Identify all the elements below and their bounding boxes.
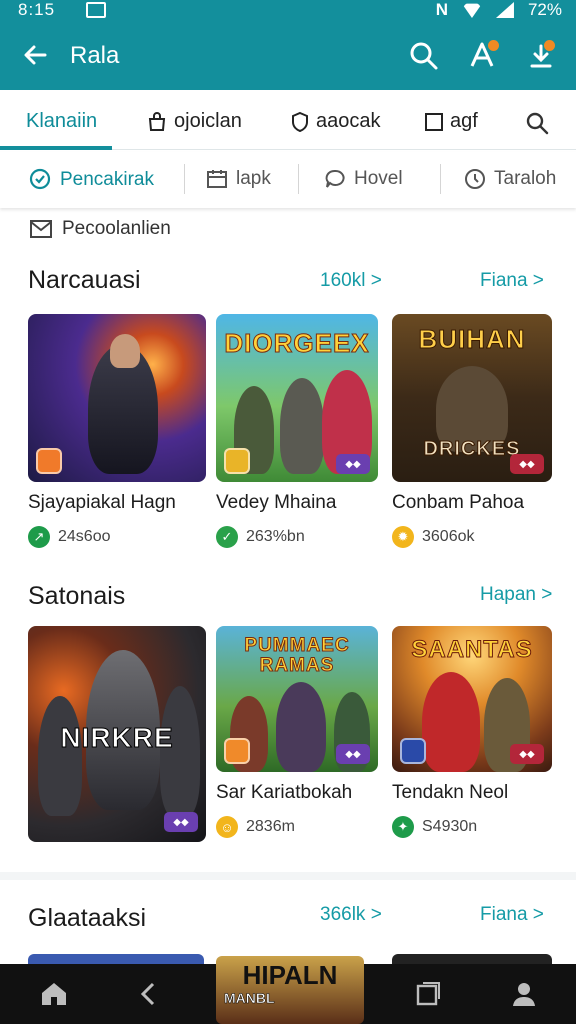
chip-divider — [298, 164, 299, 194]
game-meta: ☺ 2836m — [216, 816, 378, 838]
game-thumbnail: SAANTAS ◆◆ — [392, 626, 552, 772]
mail-icon — [30, 220, 52, 238]
game-thumbnail: NIRKRE ◆◆ — [28, 626, 206, 842]
back-arrow-icon[interactable] — [18, 38, 52, 72]
section-see-all-link[interactable]: Hapan > — [480, 584, 552, 606]
section-title: Glaataaksi — [28, 904, 147, 932]
game-title: Conbam Pahoa — [392, 492, 525, 513]
speech-icon — [325, 169, 345, 188]
tab-agf[interactable]: agf — [424, 110, 478, 133]
game-title: Sar Kariatbokah — [216, 782, 353, 803]
search-icon — [526, 112, 549, 135]
game-meta: ↗ 24s6oo — [28, 526, 206, 548]
tab-search[interactable] — [524, 110, 550, 136]
section-see-all-link[interactable]: Fiana > — [480, 904, 544, 926]
download-dot — [544, 40, 555, 51]
game-title: Vedey Mhaina — [216, 492, 337, 513]
rating-badge: ◆◆ — [336, 454, 370, 474]
chip-divider — [440, 164, 441, 194]
notification-icon[interactable] — [466, 38, 502, 74]
clock-icon — [465, 169, 485, 189]
game-meta: ✹ 3606ok — [392, 526, 552, 548]
game-card[interactable]: DIORGEEX ◆◆ Vedey Mhaina ✓ 263%bn — [216, 314, 378, 548]
game-badge — [224, 448, 250, 474]
app-bar: Rala — [0, 22, 576, 90]
tab-aaocak[interactable]: aaocak — [290, 110, 381, 133]
chip-taraloh[interactable]: Taraloh — [464, 168, 556, 190]
game-thumbnail: BUIHAN DRICKES ◆◆ — [392, 314, 552, 482]
game-badge — [36, 448, 62, 474]
battery-text: 72% — [527, 0, 562, 19]
tab-ojoiclan[interactable]: ojoiclan — [146, 110, 242, 133]
game-card[interactable]: SAANTAS ◆◆ Tendakn Neol ✦ S4930n — [392, 626, 552, 838]
puzzle-icon: ✦ — [392, 816, 414, 838]
section-count-link[interactable]: 366lk > — [320, 904, 382, 926]
signal-icon — [495, 2, 514, 18]
nfc-icon: N — [435, 0, 448, 19]
notification-dot — [488, 40, 499, 51]
back-icon[interactable] — [132, 978, 164, 1010]
game-meta: ✦ S4930n — [392, 816, 552, 838]
game-thumbnail: DIORGEEX ◆◆ — [216, 314, 378, 482]
game-thumbnail — [28, 314, 206, 482]
recent-apps-icon[interactable] — [412, 978, 444, 1010]
chip-hovel[interactable]: Hovel — [324, 168, 403, 190]
game-title: Tendakn Neol — [392, 782, 509, 803]
wifi-icon — [461, 3, 482, 18]
arrow-up-icon: ↗ — [28, 526, 50, 548]
section-title: Satonais — [28, 582, 126, 610]
game-badge — [224, 738, 250, 764]
game-card[interactable]: Sjayapiakal Hagn ↗ 24s6oo — [28, 314, 206, 548]
game-card[interactable]: PUMMAEC RAMAS ◆◆ Sar Kariatbokah ☺ 2836m — [216, 626, 378, 838]
active-tab-indicator — [0, 146, 112, 150]
status-bar: 8:15 N 72% — [0, 0, 576, 22]
search-icon[interactable] — [406, 38, 442, 74]
sim-icon — [86, 2, 106, 18]
game-card[interactable]: BUIHAN DRICKES ◆◆ Conbam Pahoa ✹ 3606ok — [392, 314, 552, 548]
rating-badge: ◆◆ — [510, 454, 544, 474]
game-badge — [400, 738, 426, 764]
filter-chips: Pencakirak lapk Hovel Taraloh — [0, 152, 576, 208]
smile-icon: ☺ — [216, 816, 238, 838]
chip-lapk[interactable]: lapk — [206, 168, 271, 190]
rating-badge: ◆◆ — [336, 744, 370, 764]
square-icon — [425, 112, 443, 131]
page-title: Rala — [70, 42, 120, 69]
floating-game-art[interactable]: HIPALN MANBL — [216, 956, 364, 1024]
chip-pencakirak[interactable]: Pencakirak — [28, 168, 154, 192]
profile-icon[interactable] — [508, 978, 540, 1010]
section-divider — [0, 872, 576, 880]
tab-klanaiin[interactable]: Klanaiin — [26, 110, 97, 133]
rating-badge: ◆◆ — [164, 812, 198, 832]
bag-icon — [148, 111, 166, 131]
game-thumbnail: PUMMAEC RAMAS ◆◆ — [216, 626, 378, 772]
sun-icon: ✹ — [392, 526, 414, 548]
check-icon: ✓ — [216, 526, 238, 548]
notice-row[interactable]: Pecoolanlien — [30, 218, 171, 240]
game-meta: ✓ 263%bn — [216, 526, 378, 548]
chip-divider — [184, 164, 185, 194]
home-icon[interactable] — [38, 978, 70, 1010]
chat-bubble-icon — [29, 168, 51, 190]
status-time: 8:15 — [18, 0, 56, 19]
game-card[interactable]: NIRKRE ◆◆ — [28, 626, 206, 842]
section-count-link[interactable]: 160kl > — [320, 270, 382, 292]
section-see-all-link[interactable]: Fiana > — [480, 270, 544, 292]
section-title: Narcauasi — [28, 266, 141, 294]
download-icon[interactable] — [526, 38, 562, 74]
game-title: Sjayapiakal Hagn — [28, 492, 176, 513]
tab-bar: Klanaiin ojoiclan aaocak agf — [0, 92, 576, 150]
shield-icon — [292, 111, 308, 132]
rating-badge: ◆◆ — [510, 744, 544, 764]
calendar-icon — [207, 170, 227, 188]
